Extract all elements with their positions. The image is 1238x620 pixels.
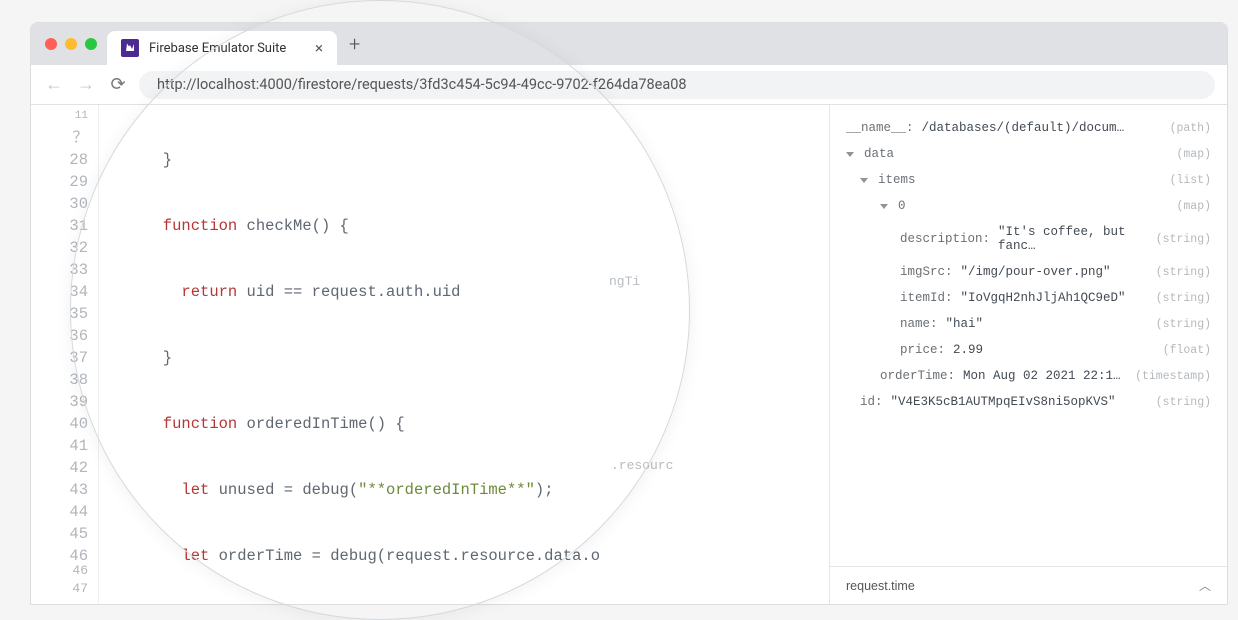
- line-number: 33: [31, 259, 88, 281]
- window-controls: [41, 38, 107, 50]
- url-bar[interactable]: http://localhost:4000/firestore/requests…: [139, 71, 1215, 99]
- app-content: 11 ？ 28 29 30 31 32 33 34 35 36 37 38 39…: [31, 105, 1227, 604]
- inspector-row: id: "V4E3K5cB1AUTMpqEIvS8ni5opKVS" (stri…: [846, 389, 1211, 415]
- chevron-down-icon[interactable]: [846, 152, 854, 157]
- line-number: 43: [31, 479, 88, 501]
- line-number: 31: [31, 215, 88, 237]
- chevron-down-icon[interactable]: [860, 178, 868, 183]
- line-number: 35: [31, 303, 88, 325]
- inspector-row: items (list): [846, 167, 1211, 193]
- chevron-down-icon[interactable]: [880, 204, 888, 209]
- back-button[interactable]: ←: [43, 74, 65, 95]
- code-line: }: [107, 347, 609, 369]
- close-window-icon[interactable]: [45, 38, 57, 50]
- tab-title: Firebase Emulator Suite: [149, 41, 286, 56]
- code-line: return uid == request.auth.uid: [107, 281, 609, 303]
- inspector-pane: __name__: /databases/(default)/documents…: [829, 105, 1227, 604]
- maximize-window-icon[interactable]: [85, 38, 97, 50]
- line-number: 32: [31, 237, 88, 259]
- inspector-section-toggle[interactable]: request.time ︿: [830, 566, 1227, 604]
- inspector-row: description: "It's coffee, but fanc… (st…: [846, 219, 1211, 259]
- new-tab-button[interactable]: +: [349, 32, 360, 56]
- inspector-row: itemId: "IoVgqH2nhJljAh1QC9eD" (string): [846, 285, 1211, 311]
- inspector-row: orderTime: Mon Aug 02 2021 22:14:46 GM… …: [846, 363, 1211, 389]
- line-number: 29: [31, 171, 88, 193]
- browser-tab[interactable]: Firebase Emulator Suite ×: [107, 31, 337, 65]
- minimize-window-icon[interactable]: [65, 38, 77, 50]
- inspector-row: name: "hai" (string): [846, 311, 1211, 337]
- code-pane: 11 ？ 28 29 30 31 32 33 34 35 36 37 38 39…: [31, 105, 829, 604]
- inspector-row: __name__: /databases/(default)/documents…: [846, 115, 1211, 141]
- line-number: 11: [31, 105, 88, 127]
- line-number: 28: [31, 149, 88, 171]
- line-number: 40: [31, 413, 88, 435]
- inspector-row: 0 (map): [846, 193, 1211, 219]
- chevron-up-icon: ︿: [1199, 577, 1211, 594]
- code-line: function orderedInTime() {: [107, 413, 609, 435]
- line-number: 39: [31, 391, 88, 413]
- overflow-text: ngTi: [609, 271, 640, 293]
- inspector-body[interactable]: __name__: /databases/(default)/documents…: [830, 105, 1227, 566]
- browser-window: Firebase Emulator Suite × + ← → ⟳ http:/…: [30, 22, 1228, 605]
- line-number: 44: [31, 501, 88, 523]
- code-body[interactable]: } function checkMe() { return uid == req…: [99, 105, 609, 604]
- line-number: 42: [31, 457, 88, 479]
- overflow-text: .resourc: [611, 455, 673, 477]
- code-line: function checkMe() {: [107, 215, 609, 237]
- close-tab-icon[interactable]: ×: [315, 39, 323, 57]
- line-number: 38: [31, 369, 88, 391]
- code-line: }: [107, 149, 609, 171]
- tab-strip: Firebase Emulator Suite × +: [31, 23, 1227, 65]
- line-number: 45: [31, 523, 88, 545]
- url-text: http://localhost:4000/firestore/requests…: [157, 76, 687, 93]
- inspector-row: data (map): [846, 141, 1211, 167]
- forward-button[interactable]: →: [75, 74, 97, 95]
- code-line: let unused = debug("**orderedInTime**");: [107, 479, 609, 501]
- line-number: 41: [31, 435, 88, 457]
- firebase-favicon-icon: [121, 39, 139, 57]
- reload-button[interactable]: ⟳: [107, 74, 129, 95]
- inspector-section-label: request.time: [846, 579, 915, 593]
- secondary-gutter: 46 47: [31, 562, 99, 598]
- line-gutter: 11 ？ 28 29 30 31 32 33 34 35 36 37 38 39…: [31, 105, 99, 604]
- line-number: 36: [31, 325, 88, 347]
- inspector-row: price: 2.99 (float): [846, 337, 1211, 363]
- line-number: 30: [31, 193, 88, 215]
- line-number: ？: [31, 127, 88, 149]
- line-number: 34: [31, 281, 88, 303]
- browser-toolbar: ← → ⟳ http://localhost:4000/firestore/re…: [31, 65, 1227, 105]
- inspector-row: imgSrc: "/img/pour-over.png" (string): [846, 259, 1211, 285]
- code-line: let orderTime = debug(request.resource.d…: [107, 545, 609, 567]
- line-number: 37: [31, 347, 88, 369]
